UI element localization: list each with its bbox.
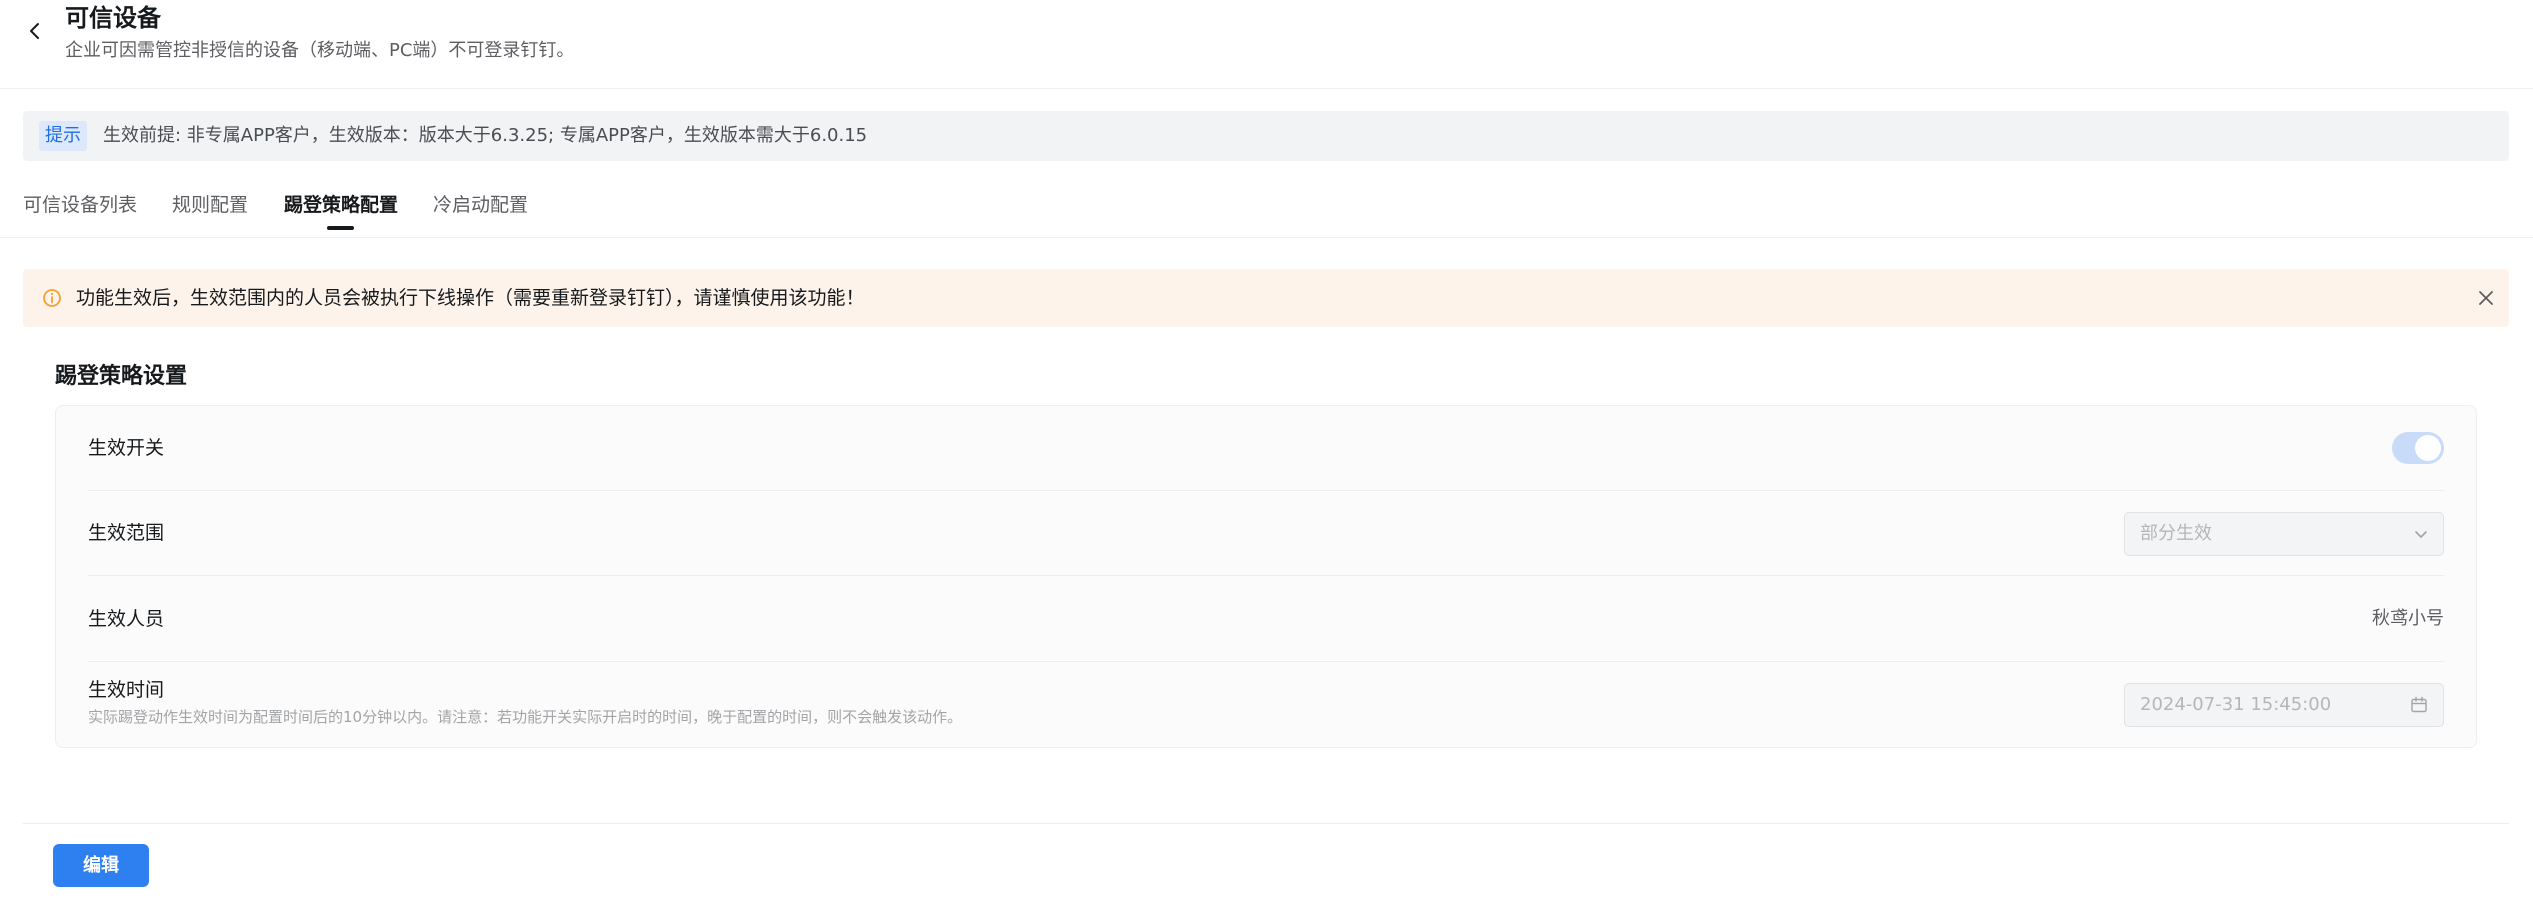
scope-select-value: 部分生效: [2140, 523, 2212, 544]
close-icon[interactable]: [2475, 287, 2497, 309]
switch-row: 生效开关: [88, 406, 2444, 491]
info-circle-icon: [41, 287, 63, 309]
people-label: 生效人员: [88, 608, 165, 630]
time-value: 2024-07-31 15:45:00: [2140, 694, 2332, 715]
tab-cold-start[interactable]: 冷启动配置: [433, 190, 528, 220]
calendar-icon: [2409, 695, 2429, 715]
notice-tag: 提示: [39, 121, 87, 151]
time-hint: 实际踢登动作生效时间为配置时间后的10分钟以内。请注意：若功能开关实际开启时的时…: [88, 708, 963, 726]
warning-alert: 功能生效后，生效范围内的人员会被执行下线操作（需要重新登录钉钉），请谨慎使用该功…: [23, 269, 2509, 327]
back-icon[interactable]: [24, 20, 46, 42]
page-title: 可信设备: [65, 4, 161, 32]
tab-device-list[interactable]: 可信设备列表: [23, 190, 137, 220]
chevron-down-icon: [2411, 524, 2431, 544]
switch-label: 生效开关: [88, 437, 165, 459]
scope-select[interactable]: 部分生效: [2124, 512, 2444, 556]
edit-button[interactable]: 编辑: [53, 844, 149, 887]
effective-switch[interactable]: [2392, 432, 2444, 464]
time-row: 生效时间 实际踢登动作生效时间为配置时间后的10分钟以内。请注意：若功能开关实际…: [88, 662, 2444, 747]
active-tab-indicator: [327, 226, 354, 230]
page-header: 可信设备 企业可因需管控非授信的设备（移动端、PC端）不可登录钉钉。: [0, 0, 2533, 89]
notice-banner: 提示 生效前提: 非专属APP客户，生效版本：版本大于6.3.25; 专属APP…: [23, 111, 2509, 161]
tab-kick-policy[interactable]: 踢登策略配置: [284, 190, 398, 220]
policy-settings-card: 生效开关 生效范围 部分生效 生效人员 秋鸢小号 生效时间 实际踢登动作生效时间…: [55, 405, 2477, 748]
people-value: 秋鸢小号: [2372, 608, 2444, 629]
page-subtitle: 企业可因需管控非授信的设备（移动端、PC端）不可登录钉钉。: [65, 40, 575, 61]
tab-rule-config[interactable]: 规则配置: [172, 190, 248, 220]
switch-knob: [2415, 435, 2441, 461]
people-row: 生效人员 秋鸢小号: [88, 576, 2444, 662]
scope-row: 生效范围 部分生效: [88, 491, 2444, 576]
time-label: 生效时间: [88, 679, 165, 701]
tab-bar: 可信设备列表 规则配置 踢登策略配置 冷启动配置: [0, 180, 2533, 238]
scope-label: 生效范围: [88, 522, 165, 544]
notice-text: 生效前提: 非专属APP客户，生效版本：版本大于6.3.25; 专属APP客户，…: [103, 125, 868, 146]
footer-divider: [23, 823, 2509, 824]
warning-text: 功能生效后，生效范围内的人员会被执行下线操作（需要重新登录钉钉），请谨慎使用该功…: [76, 287, 865, 309]
time-datepicker[interactable]: 2024-07-31 15:45:00: [2124, 683, 2444, 727]
section-title: 踢登策略设置: [55, 364, 188, 389]
